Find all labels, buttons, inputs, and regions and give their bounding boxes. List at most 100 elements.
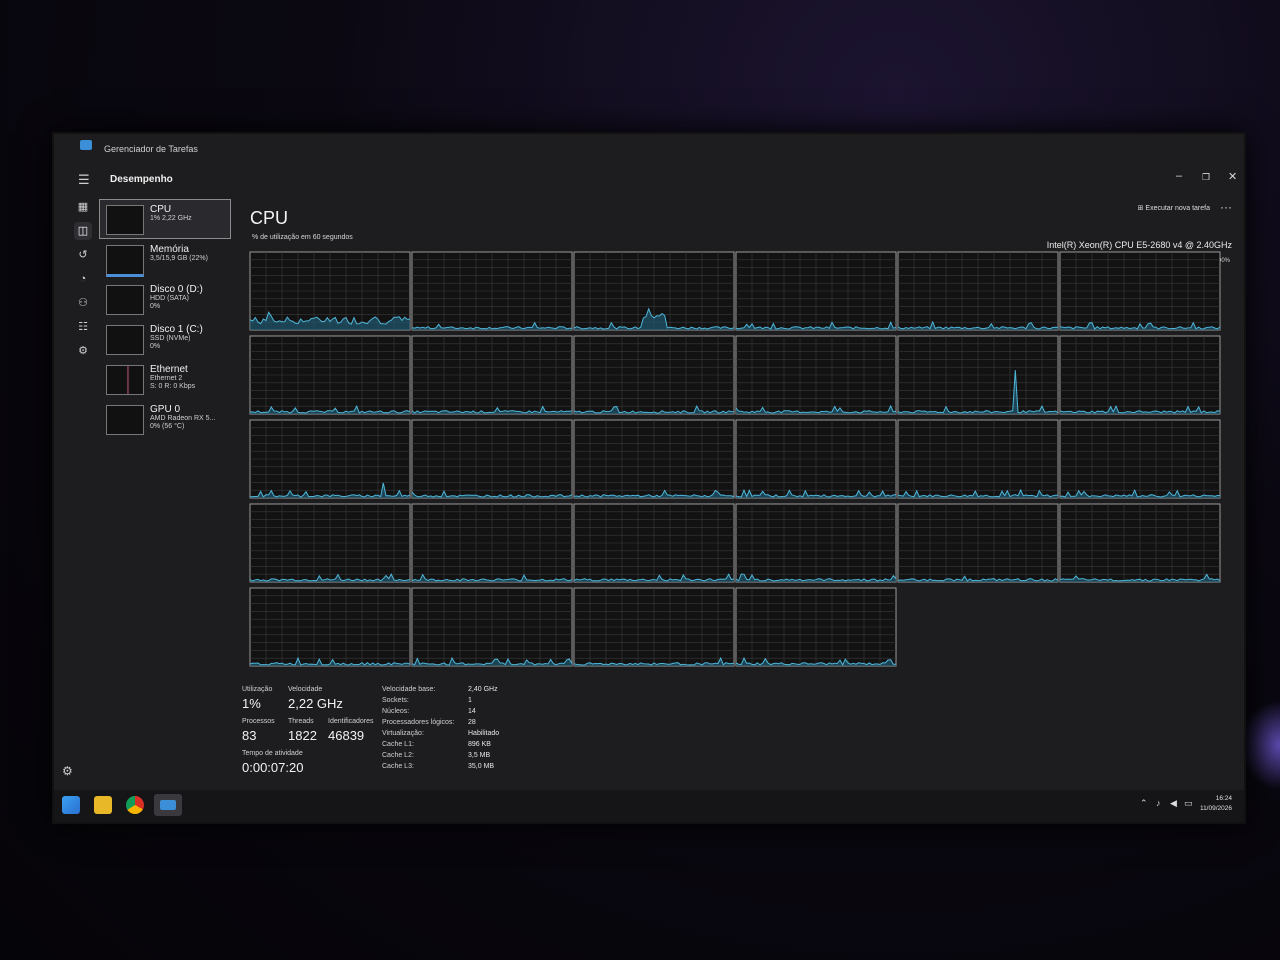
processor-graph	[249, 251, 411, 331]
processor-graph	[411, 335, 573, 415]
microphone-icon[interactable]: ♪	[1156, 798, 1161, 808]
cache-l2-label: Cache L2:	[382, 752, 414, 759]
section-title: Desempenho	[110, 174, 173, 185]
disk0-thumbnail	[106, 285, 144, 315]
task-manager-taskbar-icon[interactable]	[154, 794, 182, 816]
sidebar-item-sub: HDD (SATA)	[150, 295, 190, 302]
network-icon[interactable]: ▭	[1184, 798, 1193, 809]
sidebar-item-sub: SSD (NVMe)	[150, 335, 191, 342]
clock-time: 16:24	[1215, 795, 1232, 802]
nav-rail: ▦ ◫ ↺ ◔ ⚇ ☷ ⚙	[68, 194, 98, 794]
sidebar-item-label: GPU 0	[150, 404, 181, 415]
processes-value: 83	[242, 728, 257, 743]
disk1-thumbnail	[106, 325, 144, 355]
sidebar-item-sub2: 0% (56 °C)	[150, 423, 185, 430]
task-manager-glyph	[160, 800, 176, 810]
close-button[interactable]: ✕	[1228, 170, 1237, 183]
minimize-button[interactable]: –	[1176, 170, 1182, 182]
sidebar-item-label: CPU	[150, 204, 172, 215]
processes-label: Processos	[242, 718, 275, 725]
sidebar-item-sub: AMD Radeon RX 5...	[150, 415, 216, 422]
new-task-button[interactable]: ⊞ Executar nova tarefa	[1138, 204, 1210, 212]
virtualization-label: Virtualização:	[382, 730, 424, 737]
processor-graph	[249, 503, 411, 583]
processor-graph	[411, 251, 573, 331]
processor-graph	[735, 503, 897, 583]
sidebar-item-gpu[interactable]: GPU 0 AMD Radeon RX 5... 0% (56 °C)	[100, 400, 230, 438]
task-manager-icon	[80, 140, 92, 150]
sidebar-item-label: Ethernet	[150, 364, 188, 375]
processor-graph	[573, 251, 735, 331]
processor-graph	[411, 587, 573, 667]
processor-graph	[249, 419, 411, 499]
sidebar-item-sub: 3,5/15,9 GB (22%)	[150, 255, 208, 262]
sockets-value: 1	[468, 697, 472, 704]
utilization-caption: % de utilização em 60 segundos	[252, 234, 353, 241]
processor-graph	[897, 251, 1059, 331]
more-options-button[interactable]: ···	[1220, 200, 1232, 214]
sidebar-item-label: Disco 0 (D:)	[150, 284, 203, 295]
clock[interactable]: 16:24 11/09/2026	[1200, 794, 1232, 814]
cpu-panel: ⊞ Executar nova tarefa ··· CPU % de util…	[242, 194, 1242, 814]
users-icon[interactable]: ⚇	[74, 294, 92, 312]
performance-icon[interactable]: ◫	[74, 222, 92, 240]
app-history-icon[interactable]: ↺	[74, 246, 92, 264]
sidebar-item-sub2: 0%	[150, 303, 161, 310]
base-speed-label: Velocidade base:	[382, 686, 436, 693]
startup-apps-icon[interactable]: ◔	[74, 270, 92, 288]
uptime-value: 0:00:07:20	[242, 760, 304, 775]
processor-graph	[897, 503, 1059, 583]
processor-graph	[735, 587, 897, 667]
sidebar-item-label: Disco 1 (C:)	[150, 324, 203, 335]
file-explorer-icon[interactable]	[94, 796, 112, 814]
handles-label: Identificadores	[328, 718, 374, 725]
sidebar-item-sub2: S: 0 R: 0 Kbps	[150, 383, 196, 390]
processor-graph	[1059, 251, 1221, 331]
sockets-label: Sockets:	[382, 697, 409, 704]
cache-l3-label: Cache L3:	[382, 763, 414, 770]
cache-l1-label: Cache L1:	[382, 741, 414, 748]
sidebar-item-sub2: 0%	[150, 343, 161, 350]
processor-graph	[735, 419, 897, 499]
processor-graph	[411, 419, 573, 499]
gpu-thumbnail	[106, 405, 144, 435]
utilization-label: Utilização	[242, 686, 273, 693]
settings-icon[interactable]: ⚙	[62, 764, 73, 778]
sidebar-item-disk0[interactable]: Disco 0 (D:) HDD (SATA) 0%	[100, 280, 230, 318]
processes-icon[interactable]: ▦	[74, 198, 92, 216]
uptime-label: Tempo de atividade	[242, 750, 303, 757]
sidebar-item-cpu[interactable]: CPU 1% 2,22 GHz	[99, 199, 231, 239]
processor-graph	[735, 251, 897, 331]
ambient-light	[1240, 700, 1280, 790]
clock-date: 11/09/2026	[1199, 805, 1232, 812]
restore-button[interactable]: ❐	[1202, 172, 1210, 183]
processor-graph	[897, 419, 1059, 499]
chrome-icon[interactable]	[126, 796, 144, 814]
page-title: CPU	[250, 208, 289, 228]
memory-thumbnail	[106, 245, 144, 277]
virtualization-value: Habilitado	[468, 730, 500, 737]
processor-graph	[1059, 335, 1221, 415]
cores-value: 14	[468, 708, 476, 715]
taskbar: ⌃ ♪ ◀ ▭ 16:24 11/09/2026	[54, 790, 1244, 822]
chevron-up-icon[interactable]: ⌃	[1140, 798, 1148, 809]
sidebar-item-ethernet[interactable]: Ethernet Ethernet 2 S: 0 R: 0 Kbps	[100, 360, 230, 398]
sidebar-item-memory[interactable]: Memória 3,5/15,9 GB (22%)	[100, 240, 230, 278]
logical-processors-label: Processadores lógicos:	[382, 719, 455, 726]
base-speed-value: 2,40 GHz	[468, 686, 498, 693]
volume-icon[interactable]: ◀	[1170, 798, 1177, 809]
speed-value: 2,22 GHz	[288, 696, 343, 711]
services-icon[interactable]: ⚙	[74, 342, 92, 360]
details-icon[interactable]: ☷	[74, 318, 92, 336]
cores-label: Núcleos:	[382, 708, 410, 715]
new-task-label: Executar nova tarefa	[1145, 205, 1210, 212]
hamburger-menu-icon[interactable]: ☰	[78, 172, 90, 188]
processor-graph	[1059, 503, 1221, 583]
utilization-value: 1%	[242, 696, 261, 711]
cache-l2-value: 3,5 MB	[468, 752, 491, 759]
processor-graph	[735, 335, 897, 415]
start-icon[interactable]	[62, 796, 80, 814]
sidebar-item-disk1[interactable]: Disco 1 (C:) SSD (NVMe) 0%	[100, 320, 230, 358]
sidebar-item-sub: Ethernet 2	[150, 375, 183, 382]
logical-processor-graphs	[249, 251, 1221, 667]
